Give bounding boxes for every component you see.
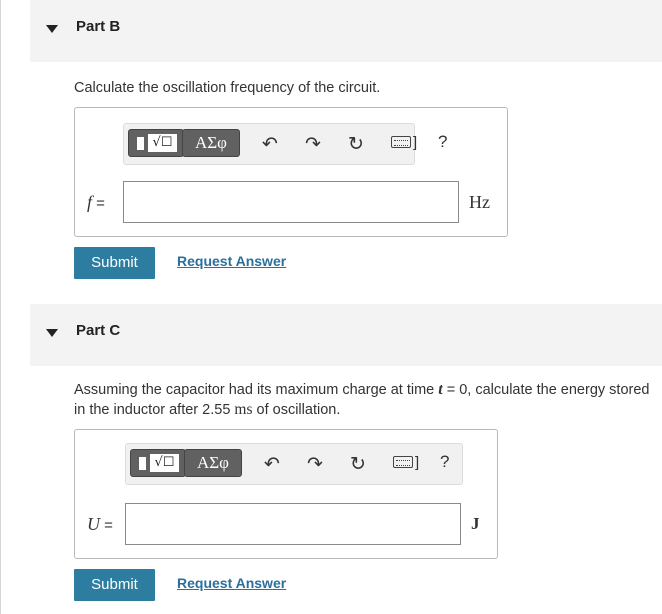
variable-label: f = [87, 192, 105, 213]
templates-button[interactable]: √☐ [130, 449, 186, 477]
equals-sign: = [92, 195, 105, 212]
question-text: of oscillation. [252, 402, 341, 418]
keyboard-icon[interactable] [391, 136, 411, 148]
answer-input[interactable] [123, 181, 459, 223]
redo-icon[interactable]: ↷ [305, 134, 321, 154]
keyboard-bracket-icon: ] [415, 454, 420, 471]
part-c-answer-box: √☐ AΣφ ↶ ↷ ↻ ] ? U = J [74, 429, 498, 559]
unit-label: J [471, 514, 480, 533]
part-c-header[interactable]: Part C [30, 304, 662, 366]
part-c-question: Assuming the capacitor had its maximum c… [74, 380, 654, 420]
part-b-question: Calculate the oscillation frequency of t… [74, 80, 381, 96]
redo-icon[interactable]: ↷ [307, 454, 323, 474]
part-b-header[interactable]: Part B [30, 0, 662, 62]
part-b-title: Part B [76, 18, 121, 35]
left-border [0, 0, 1, 614]
undo-icon[interactable]: ↶ [264, 454, 280, 474]
greek-symbols-button[interactable]: AΣφ [182, 129, 240, 157]
unit-label: Hz [469, 192, 490, 212]
help-button[interactable]: ? [438, 132, 447, 152]
block-icon [137, 137, 144, 150]
equals-sign: = [100, 517, 113, 534]
question-text: Assuming the capacitor had its maximum c… [74, 382, 439, 398]
radical-icon: √☐ [148, 134, 177, 152]
collapse-triangle-icon[interactable] [46, 25, 58, 33]
request-answer-link[interactable]: Request Answer [177, 253, 286, 269]
keyboard-icon[interactable] [393, 456, 413, 468]
answer-input[interactable] [125, 503, 461, 545]
submit-button[interactable]: Submit [74, 247, 155, 279]
variable-symbol: U [87, 514, 100, 534]
reset-icon[interactable]: ↻ [348, 134, 364, 154]
time-unit: ms [234, 401, 253, 418]
variable-label: U = [87, 514, 113, 535]
submit-button[interactable]: Submit [74, 569, 155, 601]
math-toolbar: √☐ AΣφ ↶ ↷ ↻ ] ? [123, 123, 447, 165]
radical-icon: √☐ [150, 454, 179, 472]
templates-button[interactable]: √☐ [128, 129, 184, 157]
collapse-triangle-icon[interactable] [46, 329, 58, 337]
block-icon [139, 457, 146, 470]
reset-icon[interactable]: ↻ [350, 454, 366, 474]
help-button[interactable]: ? [440, 452, 449, 472]
part-b-answer-box: √☐ AΣφ ↶ ↷ ↻ ] ? f = Hz [74, 107, 508, 237]
part-c-title: Part C [76, 322, 121, 339]
request-answer-link[interactable]: Request Answer [177, 575, 286, 591]
math-toolbar: √☐ AΣφ ↶ ↷ ↻ ] ? [125, 443, 463, 485]
keyboard-bracket-icon: ] [413, 134, 418, 151]
undo-icon[interactable]: ↶ [262, 134, 278, 154]
greek-symbols-button[interactable]: AΣφ [184, 449, 242, 477]
